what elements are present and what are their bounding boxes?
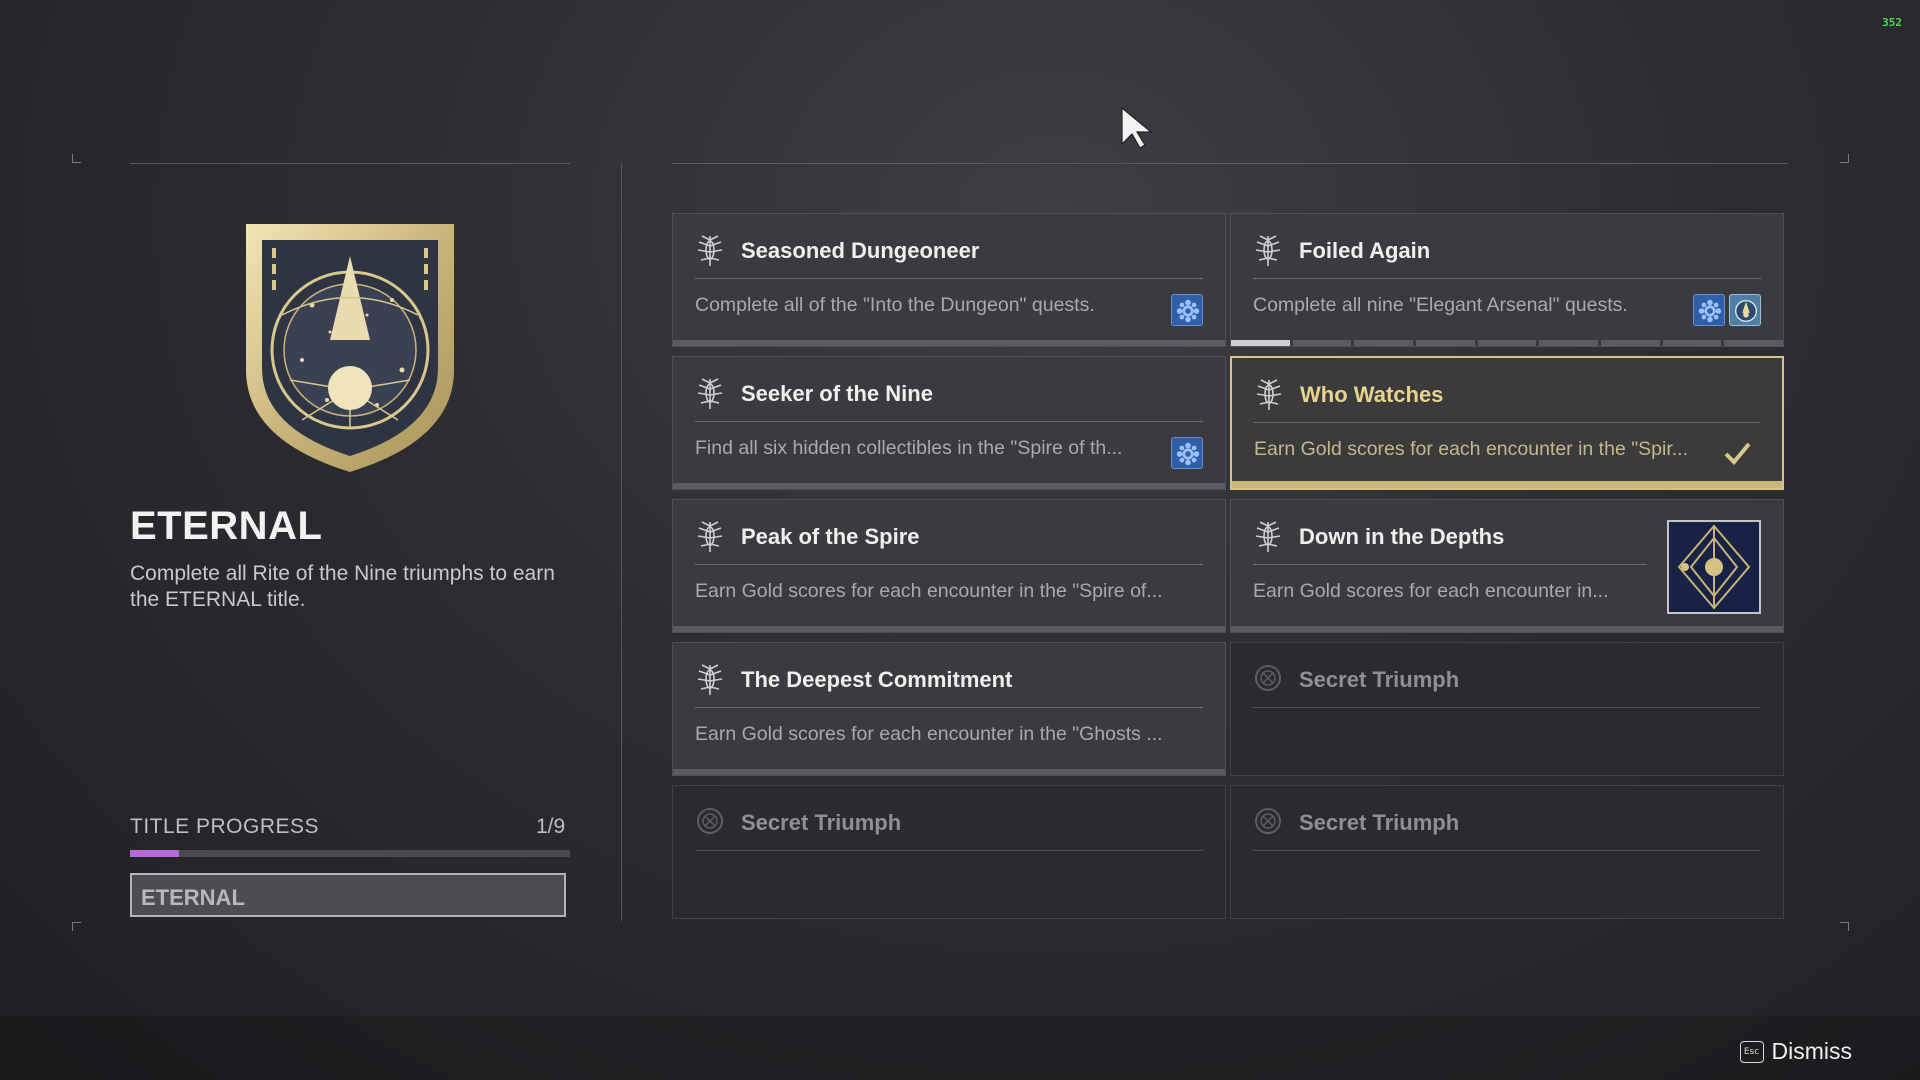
triumph-name: The Deepest Commitment (741, 667, 1013, 692)
corner-bracket (72, 922, 81, 931)
triumph-divider (1253, 850, 1761, 851)
title-progress-label: TITLE PROGRESS (130, 815, 320, 838)
footer-bar (0, 1016, 1920, 1080)
triumph-card[interactable]: Down in the Depths Earn Gold scores for e… (1230, 499, 1784, 633)
secret-triumph-icon (1253, 806, 1283, 840)
triumph-icon (695, 520, 725, 554)
divider (621, 163, 622, 921)
ghost-shell-reward-icon[interactable] (1171, 437, 1203, 469)
eternal-seal-icon (246, 224, 454, 472)
triumph-description: Earn Gold scores for each encounter in t… (695, 580, 1163, 602)
triumph-name: Down in the Depths (1299, 524, 1505, 549)
divider (672, 163, 1788, 164)
triumph-description: Earn Gold scores for each encounter in t… (1254, 438, 1688, 460)
triumph-name: Foiled Again (1299, 238, 1431, 263)
triumph-divider (695, 421, 1203, 422)
secret-triumph-icon (695, 806, 725, 840)
triumph-card[interactable]: Secret Triumph (1230, 642, 1784, 776)
triumph-icon (695, 663, 725, 697)
triumph-progress-bar (673, 483, 1225, 489)
triumph-card[interactable]: The Deepest Commitment Earn Gold scores f… (672, 642, 1226, 776)
triumph-icon (1253, 520, 1283, 554)
title-name: ETERNAL (130, 504, 323, 548)
progress-segment (1662, 340, 1722, 346)
progress-segment (1724, 340, 1784, 346)
triumph-divider (1253, 564, 1647, 565)
dismiss-label: Dismiss (1771, 1038, 1853, 1064)
emblem-reward-icon[interactable] (1729, 294, 1761, 326)
triumph-name: Secret Triumph (1299, 810, 1460, 835)
progress-segment (1477, 340, 1537, 346)
corner-bracket (1840, 922, 1849, 931)
title-progress-bar (130, 850, 570, 857)
equipped-title-field[interactable]: ETERNAL (130, 873, 566, 917)
triumph-icon (695, 377, 725, 411)
title-description: Complete all Rite of the Nine triumphs t… (130, 562, 555, 611)
triumph-progress-bar (673, 340, 1225, 346)
triumph-icon (1253, 234, 1283, 268)
progress-segment (1354, 340, 1414, 346)
ghost-shell-reward-icon[interactable] (1693, 294, 1725, 326)
triumph-divider (695, 278, 1203, 279)
triumph-divider (695, 707, 1203, 708)
triumph-divider (695, 564, 1203, 565)
triumph-description: Complete all of the "Into the Dungeon" q… (695, 294, 1095, 316)
triumph-progress-bar (1231, 626, 1783, 632)
triumph-name: Seeker of the Nine (741, 381, 933, 406)
emblem-reward-art-icon[interactable] (1667, 520, 1761, 614)
triumph-description: Find all six hidden collectibles in the … (695, 437, 1123, 459)
dismiss-button[interactable]: Esc Dismiss (1739, 1038, 1853, 1065)
triumph-divider (1253, 278, 1761, 279)
triumph-card[interactable]: Secret Triumph (1230, 785, 1784, 919)
triumph-progress-bar (673, 769, 1225, 775)
triumph-name: Secret Triumph (1299, 667, 1460, 692)
checkmark-icon (1722, 438, 1752, 468)
triumph-progress-bar (1232, 481, 1782, 488)
triumph-card[interactable]: Peak of the Spire Earn Gold scores for ea… (672, 499, 1226, 633)
progress-segment (1416, 340, 1475, 346)
triumph-name: Seasoned Dungeoneer (741, 238, 980, 263)
triumph-divider (1254, 422, 1760, 423)
triumph-card[interactable]: Seasoned Dungeoneer Complete all of the "… (672, 213, 1226, 347)
triumph-icon (695, 234, 725, 268)
progress-segment (1231, 340, 1290, 346)
progress-segment (1292, 340, 1352, 346)
mouse-cursor-icon (1121, 106, 1153, 149)
ghost-shell-reward-icon[interactable] (1171, 294, 1203, 326)
esc-key-icon: Esc (1739, 1040, 1764, 1063)
triumph-divider (1253, 707, 1761, 708)
triumph-description: Complete all nine "Elegant Arsenal" ques… (1253, 294, 1628, 316)
triumph-card[interactable]: Seeker of the Nine Find all six hidden co… (672, 356, 1226, 490)
corner-bracket (1840, 154, 1849, 163)
triumph-description: Earn Gold scores for each encounter in..… (1253, 580, 1609, 602)
title-progress-fill (130, 850, 179, 857)
triumph-card[interactable]: Secret Triumph (672, 785, 1226, 919)
triumph-divider (695, 850, 1203, 851)
triumph-name: Who Watches (1300, 382, 1444, 407)
corner-bracket (72, 154, 81, 163)
progress-segment (1539, 340, 1599, 346)
title-progress-count: 1/9 (536, 815, 566, 838)
triumph-name: Peak of the Spire (741, 524, 920, 549)
triumph-name: Secret Triumph (741, 810, 902, 835)
triumph-progress-bar (673, 626, 1225, 632)
triumph-card[interactable]: Foiled Again Complete all nine "Elegant A… (1230, 213, 1784, 347)
triumph-progress-segments (1231, 340, 1784, 346)
fps-counter: 352 (1882, 16, 1902, 29)
equipped-title-text: ETERNAL (141, 885, 245, 910)
secret-triumph-icon (1253, 663, 1283, 697)
triumph-card[interactable]: Who Watches Earn Gold scores for each enc… (1230, 356, 1784, 490)
progress-segment (1601, 340, 1660, 346)
divider (130, 163, 570, 164)
triumph-description: Earn Gold scores for each encounter in t… (695, 723, 1163, 745)
triumph-icon (1254, 378, 1284, 412)
